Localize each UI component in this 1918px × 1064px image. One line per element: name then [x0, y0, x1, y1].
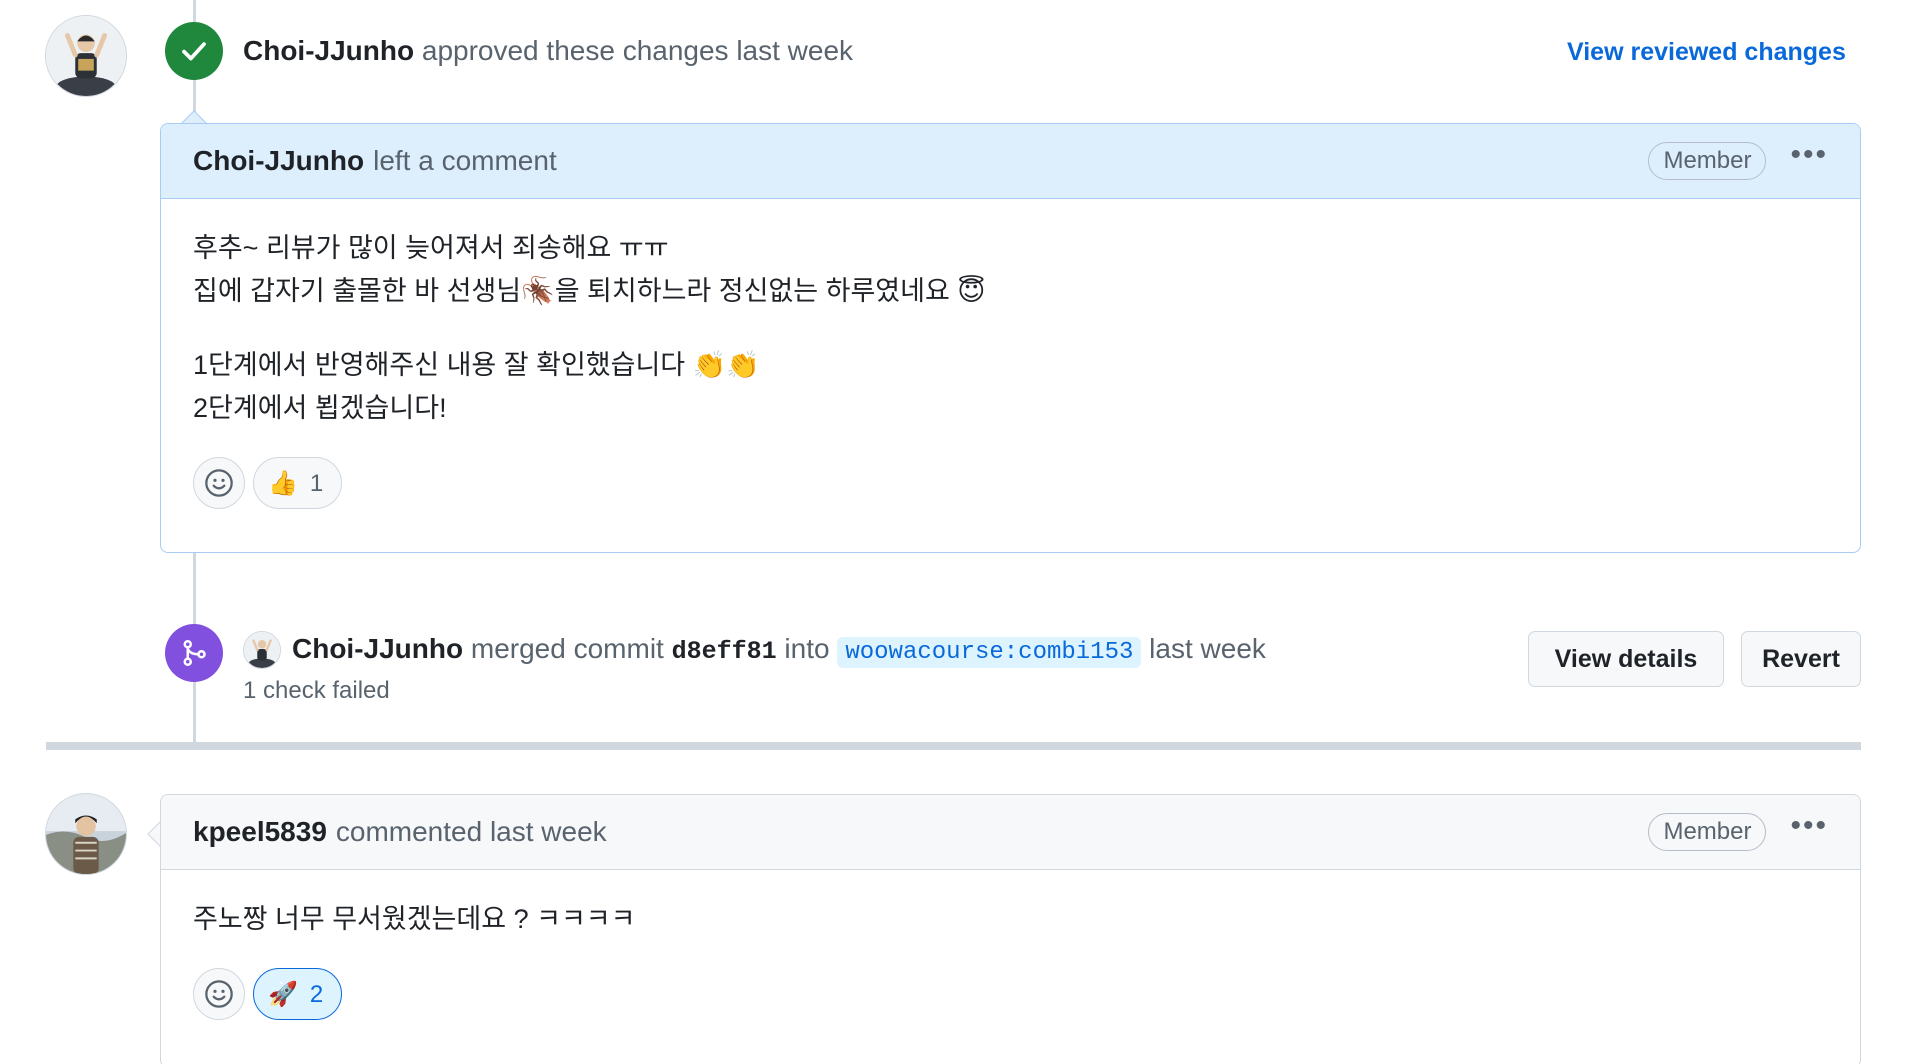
comment-line: 1단계에서 반영해주신 내용 잘 확인했습니다 👏👏	[193, 350, 760, 380]
kebab-menu-icon[interactable]: •••	[1790, 140, 1828, 182]
comment-action-text: commented last week	[335, 816, 607, 847]
thumbs-up-reaction[interactable]: 👍 1	[253, 457, 343, 509]
merge-author-avatar[interactable]	[243, 631, 281, 669]
view-reviewed-changes-link[interactable]: View reviewed changes	[1567, 38, 1846, 67]
check-status-text[interactable]: 1 check failed	[243, 677, 390, 705]
reactions-bar: 🚀 2	[193, 968, 1828, 1020]
add-reaction-button[interactable]	[193, 968, 245, 1020]
merge-event-text: Choi-JJunho merged commit d8eff81 into w…	[292, 633, 1266, 668]
comment-body: 주노짱 너무 무서웠겠는데요 ? ㅋㅋㅋㅋ 🚀 2	[161, 870, 1860, 1052]
commit-sha-link[interactable]: d8eff81	[672, 637, 777, 666]
add-reaction-button[interactable]	[193, 457, 245, 509]
comment-line: 주노짱 너무 무서웠겠는데요 ? ㅋㅋㅋㅋ	[193, 904, 636, 934]
check-icon	[182, 42, 206, 61]
reactions-bar: 👍 1	[193, 457, 1828, 509]
comment-body: 후추~ 리뷰가 많이 늦어져서 죄송해요 ㅠㅠ 집에 갑자기 출몰한 바 선생님…	[161, 199, 1860, 541]
timeline-divider	[46, 742, 1861, 750]
comment-action-text: left a comment	[373, 145, 557, 176]
comment-author-link[interactable]: kpeel5839	[193, 816, 327, 848]
reaction-count: 2	[309, 980, 324, 1008]
reaction-count: 1	[309, 469, 324, 497]
into-text: into	[784, 633, 830, 664]
kebab-menu-icon[interactable]: •••	[1790, 811, 1828, 853]
comment-line: 집에 갑자기 출몰한 바 선생님🪳을 퇴치하느라 정신없는 하루였네요 😇	[193, 276, 986, 306]
review-action-text: approved these changes last week	[421, 35, 854, 66]
merge-time: last week	[1149, 633, 1266, 664]
merge-author-link[interactable]: Choi-JJunho	[292, 633, 463, 664]
comment-card: Choi-JJunho left a comment Member ••• 후추…	[160, 123, 1861, 553]
smiley-icon	[205, 469, 233, 497]
git-merge-icon	[183, 639, 206, 667]
pr-timeline: Choi-JJunho approved these changes last …	[0, 0, 1918, 1064]
merged-badge	[165, 624, 223, 682]
rocket-icon: 🚀	[268, 980, 298, 1008]
comment-author-link[interactable]: Choi-JJunho	[193, 145, 364, 177]
comment-header: kpeel5839 commented last week Member •••	[161, 795, 1860, 870]
rocket-reaction[interactable]: 🚀 2	[253, 968, 343, 1020]
view-details-button[interactable]: View details	[1528, 631, 1724, 687]
approved-check-badge	[165, 22, 223, 80]
revert-button[interactable]: Revert	[1741, 631, 1861, 687]
member-badge: Member	[1648, 142, 1767, 180]
comment-line: 2단계에서 뵙겠습니다!	[193, 393, 447, 423]
branch-tag[interactable]: woowacourse:combi153	[837, 637, 1142, 668]
comment-card: kpeel5839 commented last week Member •••…	[160, 794, 1861, 1064]
review-author-link[interactable]: Choi-JJunho	[243, 35, 414, 66]
thumbs-up-icon: 👍	[268, 469, 298, 497]
comment-line: 후추~ 리뷰가 많이 늦어져서 죄송해요 ㅠㅠ	[193, 233, 669, 263]
member-badge: Member	[1648, 813, 1767, 851]
smiley-icon	[205, 980, 233, 1008]
merge-action-text: merged commit	[470, 633, 664, 664]
avatar-choi-jjunho[interactable]	[45, 15, 127, 97]
avatar-kpeel5839[interactable]	[45, 793, 127, 875]
comment-header: Choi-JJunho left a comment Member •••	[161, 124, 1860, 199]
review-event-text: Choi-JJunho approved these changes last …	[243, 35, 853, 67]
